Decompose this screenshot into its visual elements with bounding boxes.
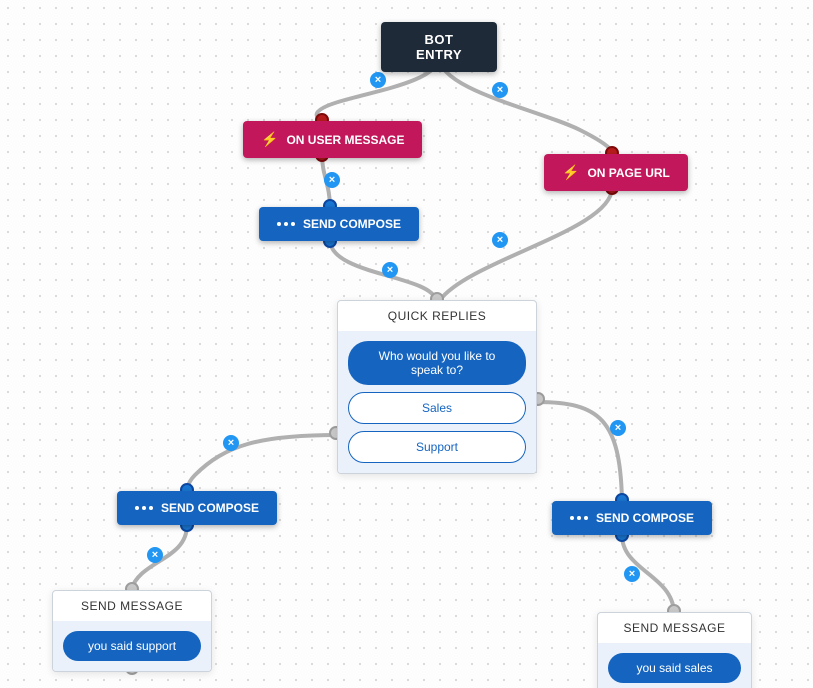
quick-option-support[interactable]: Support [348, 431, 526, 463]
node-on-page-url[interactable]: ⚡ ON PAGE URL [544, 154, 688, 191]
node-label: SEND COMPOSE [161, 501, 259, 515]
dots-icon [277, 222, 295, 226]
card-title: QUICK REPLIES [338, 301, 536, 331]
dots-icon [135, 506, 153, 510]
card-title: SEND MESSAGE [598, 613, 751, 643]
quick-prompt[interactable]: Who would you like to speak to? [348, 341, 526, 385]
edge-delete[interactable]: × [147, 547, 163, 563]
quick-option-sales[interactable]: Sales [348, 392, 526, 424]
node-label: ON PAGE URL [587, 166, 669, 180]
bolt-icon: ⚡ [562, 164, 579, 181]
node-send-compose-3[interactable]: SEND COMPOSE [552, 501, 712, 535]
dots-icon [570, 516, 588, 520]
edge-delete[interactable]: × [624, 566, 640, 582]
card-title: SEND MESSAGE [53, 591, 211, 621]
node-label: SEND COMPOSE [303, 217, 401, 231]
edge-delete[interactable]: × [610, 420, 626, 436]
edge-delete[interactable]: × [382, 262, 398, 278]
node-send-compose-2[interactable]: SEND COMPOSE [117, 491, 277, 525]
edge-delete[interactable]: × [492, 82, 508, 98]
node-bot-entry[interactable]: BOT ENTRY [381, 22, 497, 72]
node-quick-replies[interactable]: QUICK REPLIES Who would you like to spea… [337, 300, 537, 474]
edge-delete[interactable]: × [223, 435, 239, 451]
edge-delete[interactable]: × [324, 172, 340, 188]
message-text[interactable]: you said support [63, 631, 201, 661]
node-label: SEND COMPOSE [596, 511, 694, 525]
message-text[interactable]: you said sales [608, 653, 741, 683]
node-send-message-sales[interactable]: SEND MESSAGE you said sales [597, 612, 752, 688]
edge-delete[interactable]: × [492, 232, 508, 248]
node-label: BOT ENTRY [416, 32, 462, 62]
node-send-compose-1[interactable]: SEND COMPOSE [259, 207, 419, 241]
edge-delete[interactable]: × [370, 72, 386, 88]
node-send-message-support[interactable]: SEND MESSAGE you said support [52, 590, 212, 672]
node-on-user-message[interactable]: ⚡ ON USER MESSAGE [243, 121, 422, 158]
bolt-icon: ⚡ [261, 131, 278, 148]
node-label: ON USER MESSAGE [286, 133, 404, 147]
